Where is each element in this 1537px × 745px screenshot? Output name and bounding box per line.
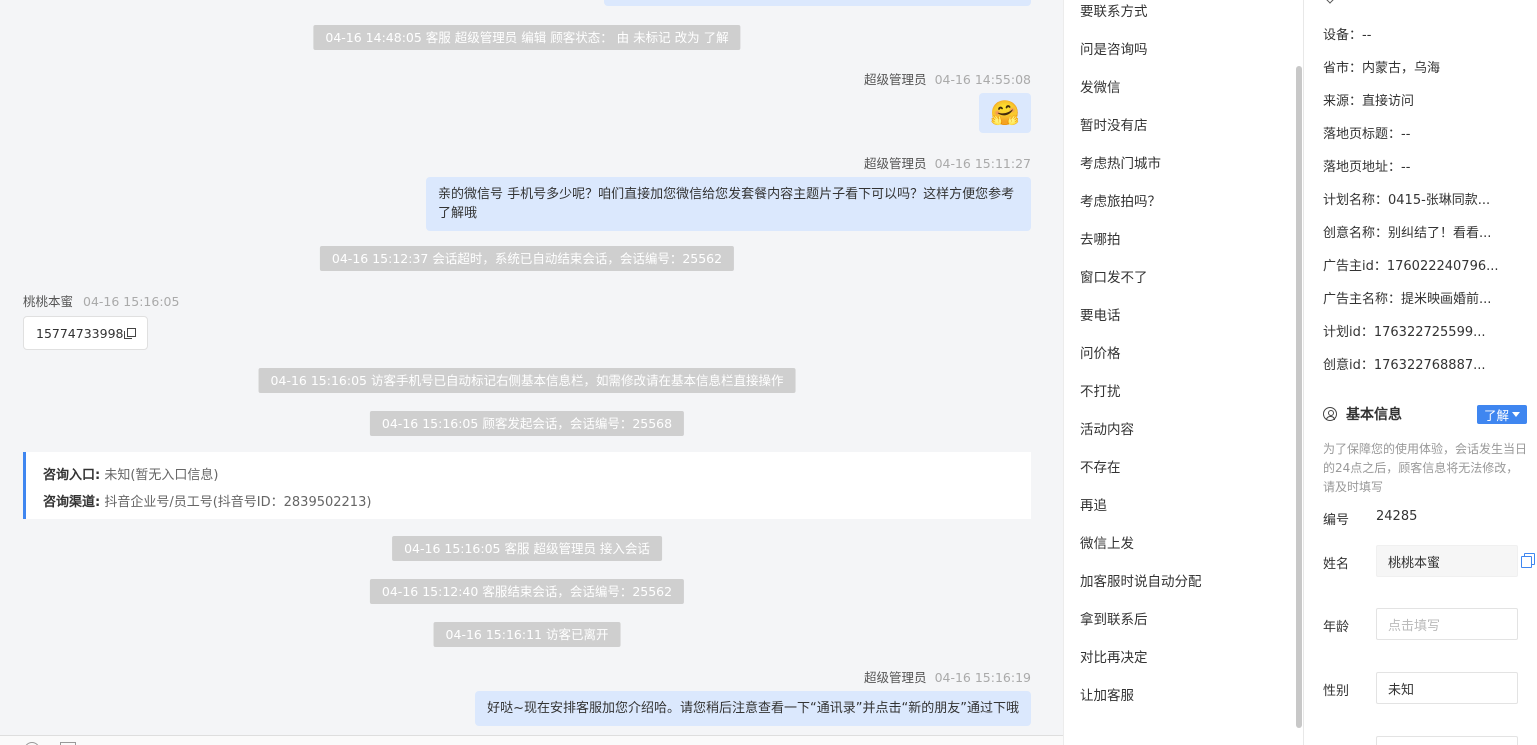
quick-reply-item[interactable]: 加客服时说自动分配 (1080, 570, 1202, 590)
caret-down-icon (1512, 412, 1520, 417)
age-label: 年龄 (1323, 620, 1350, 635)
quick-reply-item[interactable]: 窗口发不了 (1080, 266, 1148, 286)
quick-reply-item[interactable]: 要电话 (1080, 304, 1121, 324)
info-source: 来源：直接访问 (1323, 94, 1415, 109)
quick-reply-item[interactable]: 活动内容 (1080, 418, 1134, 438)
info-device: 设备：-- (1323, 28, 1372, 43)
message-time: 04-16 15:16:05 (83, 294, 180, 309)
customer-status-value: 了解 (1483, 408, 1509, 423)
system-message: 04-16 15:12:37 会话超时，系统已自动结束会话，会话编号：25562 (319, 246, 735, 271)
info-advertiser-id: 广告主id：176022240796... (1323, 259, 1499, 274)
agent-emoji-bubble: 🤗 (979, 93, 1031, 133)
quick-reply-item[interactable]: 去哪拍 (1080, 228, 1121, 248)
quick-reply-item[interactable]: 发微信 (1080, 76, 1121, 96)
visitor-phone: 15774733998 (36, 325, 124, 341)
basic-info-label: 基本信息 (1346, 407, 1402, 423)
quick-reply-item[interactable]: 让加客服 (1080, 684, 1134, 704)
quick-reply-item[interactable]: 对比再决定 (1080, 646, 1148, 666)
info-advertiser-name: 广告主名称：提米映画婚前... (1323, 292, 1492, 307)
quick-reply-scrollbar[interactable] (1296, 66, 1302, 728)
chevron-down-icon[interactable] (1324, 0, 1336, 4)
info-region: 省市：内蒙古，乌海 (1323, 61, 1441, 76)
info-landing-url: 落地页地址：-- (1323, 160, 1411, 175)
quick-reply-item[interactable]: 不存在 (1080, 456, 1121, 476)
agent-message-bubble: 好哒~现在安排客服加您介绍哈。请您稍后注意查看一下“通讯录”并点击“新的朋友”通… (475, 691, 1031, 726)
quick-reply-item[interactable]: 问是咨询吗 (1080, 38, 1148, 58)
consult-info-card: 咨询入口: 未知(暂无入口信息) 咨询渠道: 抖音企业号/员工号(抖音号ID：2… (23, 452, 1031, 519)
visitor-message-meta: 桃桃本蜜 04-16 15:16:05 (23, 291, 179, 310)
gender-label: 性别 (1323, 684, 1350, 699)
id-label: 编号 (1323, 513, 1350, 528)
info-landing-title: 落地页标题：-- (1323, 127, 1411, 142)
system-message: 04-16 15:12:40 客服结束会话，会话编号：25562 (369, 579, 685, 604)
system-message: 04-16 15:16:05 访客手机号已自动标记右侧基本信息栏，如需修改请在基… (258, 368, 796, 393)
basic-info-title: 基本信息 (1323, 404, 1402, 424)
message-time: 04-16 14:55:08 (934, 72, 1031, 87)
info-plan-id: 计划id：176322725599... (1323, 325, 1486, 340)
quick-reply-item[interactable]: 微信上发 (1080, 532, 1134, 552)
agent-message-bubble: 亲的微信号 手机号多少呢？咱们直接加您微信给您发套餐内容主题片子看下可以吗？这样… (426, 177, 1031, 231)
info-creative-id: 创意id：176322768887... (1323, 358, 1486, 373)
message-time: 04-16 15:16:19 (934, 670, 1031, 685)
copy-icon[interactable] (124, 327, 137, 339)
hug-emoji-icon: 🤗 (990, 99, 1020, 127)
system-message: 04-16 15:16:05 客服 超级管理员 接入会话 (392, 536, 662, 561)
gender-select[interactable]: 未知 (1376, 672, 1518, 704)
agent-message-meta: 超级管理员 04-16 15:11:27 (864, 153, 1031, 172)
name-field[interactable]: 桃桃本蜜 (1376, 545, 1518, 577)
agent-message-meta: 超级管理员 04-16 14:55:08 (864, 69, 1031, 88)
quick-reply-item[interactable]: 要联系方式 (1080, 0, 1148, 20)
quick-reply-item[interactable]: 考虑热门城市 (1080, 152, 1161, 172)
customer-status-dropdown[interactable]: 了解 (1477, 405, 1527, 424)
system-message: 04-16 15:16:11 访客已离开 (433, 622, 621, 647)
quick-reply-item[interactable]: 问价格 (1080, 342, 1121, 362)
quick-reply-item[interactable]: 再追 (1080, 494, 1107, 514)
quick-reply-item[interactable]: 不打扰 (1080, 380, 1121, 400)
agent-name: 超级管理员 (864, 156, 927, 171)
gender-value: 未知 (1388, 682, 1415, 698)
age-field[interactable]: 点击填写 (1376, 608, 1518, 640)
age-placeholder: 点击填写 (1388, 618, 1441, 634)
quick-reply-item[interactable]: 考虑旅拍吗？ (1080, 190, 1161, 210)
customer-info-panel: 设备：-- 省市：内蒙古，乌海 来源：直接访问 落地页标题：-- 落地页地址：-… (1303, 0, 1537, 745)
input-toolbar (0, 735, 1063, 745)
consult-channel-label: 咨询渠道: (43, 495, 101, 510)
system-message: 04-16 15:16:05 顾客发起会话，会话编号：25568 (369, 411, 685, 436)
system-message: 04-16 14:48:05 客服 超级管理员 编辑 顾客状态： 由 未标记 改… (313, 25, 741, 50)
visitor-name: 桃桃本蜜 (23, 294, 74, 309)
visitor-phone-bubble: 15774733998 (23, 316, 149, 350)
agent-name: 超级管理员 (864, 72, 927, 87)
id-value: 24285 (1376, 509, 1418, 524)
name-value: 桃桃本蜜 (1388, 555, 1441, 571)
consult-entry-value: 未知(暂无入口信息) (104, 468, 219, 483)
agent-name: 超级管理员 (864, 670, 927, 685)
name-label: 姓名 (1323, 557, 1350, 572)
chat-panel: 04-16 14:48:05 客服 超级管理员 编辑 顾客状态： 由 未标记 改… (0, 0, 1063, 745)
next-field[interactable] (1376, 736, 1518, 745)
user-icon (1323, 407, 1337, 421)
consult-channel-value: 抖音企业号/员工号(抖音号ID：2839502213) (104, 495, 372, 510)
message-bubble-partial (604, 0, 1031, 6)
copy-icon[interactable] (1521, 553, 1535, 568)
consult-entry-label: 咨询入口: (43, 468, 101, 483)
quick-reply-panel: 要联系方式 问是咨询吗 发微信 暂时没有店 考虑热门城市 考虑旅拍吗？ 去哪拍 … (1063, 0, 1304, 745)
info-plan-name: 计划名称：0415-张琳同款... (1323, 193, 1491, 208)
agent-message-meta: 超级管理员 04-16 15:16:19 (864, 667, 1031, 686)
quick-reply-item[interactable]: 暂时没有店 (1080, 114, 1148, 134)
edit-deadline-note: 为了保障您的使用体验，会话发生当日的24点之后，顾客信息将无法修改，请及时填写 (1323, 442, 1528, 494)
message-time: 04-16 15:11:27 (934, 156, 1031, 171)
info-creative-name: 创意名称：别纠结了！看看... (1323, 226, 1492, 241)
quick-reply-item[interactable]: 拿到联系后 (1080, 608, 1148, 628)
